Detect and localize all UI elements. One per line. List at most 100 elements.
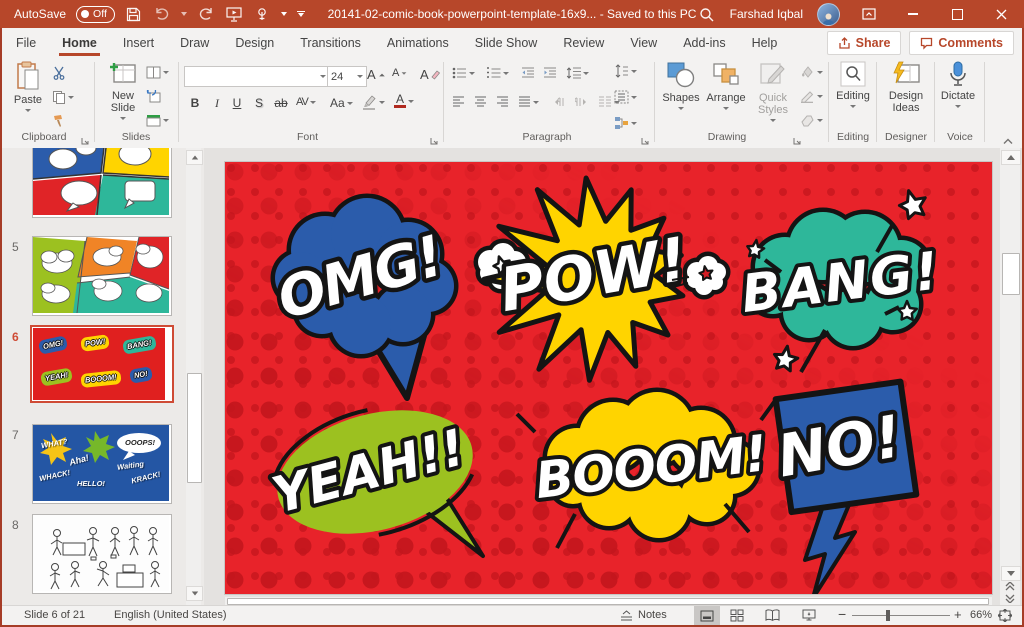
slide-thumbnail-7[interactable]: WHAT? Aha! OOOPS! WHACK! Waiting HELLO! … — [32, 424, 172, 504]
paragraph-dialog-launcher[interactable] — [640, 133, 650, 143]
text-direction-ltr-button[interactable] — [553, 96, 566, 108]
minimize-button[interactable] — [898, 0, 928, 28]
text-shadow-button[interactable]: S — [250, 96, 268, 110]
align-text-button[interactable] — [614, 90, 637, 104]
line-spacing-button[interactable] — [566, 67, 589, 79]
align-center-button[interactable] — [474, 96, 487, 108]
close-button[interactable] — [986, 0, 1016, 28]
bold-button[interactable]: B — [186, 96, 204, 110]
font-color-button[interactable]: A — [394, 94, 414, 108]
decrease-indent-button[interactable] — [521, 67, 535, 79]
tab-review[interactable]: Review — [550, 28, 617, 58]
design-ideas-button[interactable]: Design Ideas — [884, 61, 928, 114]
tab-add-ins[interactable]: Add-ins — [670, 28, 738, 58]
shrink-font-button[interactable]: A — [392, 67, 407, 79]
zoom-level[interactable]: 66% — [970, 609, 992, 621]
align-right-button[interactable] — [496, 96, 509, 108]
tab-slide-show[interactable]: Slide Show — [462, 28, 551, 58]
undo-dropdown-icon[interactable] — [181, 12, 187, 16]
zoom-in-button[interactable]: + — [954, 607, 962, 622]
tab-transitions[interactable]: Transitions — [287, 28, 374, 58]
justify-button[interactable] — [518, 96, 539, 108]
zoom-slider-track[interactable] — [852, 615, 950, 616]
tab-file[interactable]: File — [0, 28, 49, 58]
search-icon[interactable] — [698, 5, 716, 23]
zoom-out-button[interactable]: − — [838, 606, 846, 622]
text-direction-rtl-button[interactable] — [575, 96, 588, 108]
slideshow-view-button[interactable] — [802, 609, 816, 624]
shapes-button[interactable]: Shapes — [660, 61, 702, 110]
next-slide-button[interactable] — [1001, 593, 1019, 604]
shape-outline-button[interactable] — [800, 90, 823, 103]
slide-indicator[interactable]: Slide 6 of 21 — [24, 609, 85, 621]
zoom-slider-thumb[interactable] — [886, 610, 890, 621]
section-button[interactable] — [146, 114, 169, 127]
tab-draw[interactable]: Draw — [167, 28, 222, 58]
strikethrough-button[interactable]: ab — [272, 96, 290, 110]
bullets-button[interactable] — [452, 67, 475, 79]
tab-view[interactable]: View — [617, 28, 670, 58]
reset-button[interactable] — [146, 90, 161, 103]
undo-icon[interactable] — [153, 5, 171, 23]
increase-indent-button[interactable] — [543, 67, 557, 79]
notes-button[interactable]: Notes — [620, 609, 667, 621]
slide-thumbnail-4[interactable] — [32, 148, 172, 218]
slide-thumbnail-6-selected[interactable]: OMG! POW! BANG! YEAH! BOOOM! NO! — [30, 325, 174, 403]
slide-thumbnail-8[interactable] — [32, 514, 172, 594]
tab-help[interactable]: Help — [739, 28, 791, 58]
touch-mode-icon[interactable] — [253, 5, 271, 23]
drawing-dialog-launcher[interactable] — [792, 133, 802, 143]
avatar[interactable] — [817, 3, 840, 26]
autosave-toggle[interactable]: Off — [76, 6, 115, 23]
normal-view-button[interactable] — [694, 606, 720, 625]
clear-formatting-button[interactable]: A — [420, 67, 440, 82]
underline-button[interactable]: U — [228, 96, 246, 110]
layout-button[interactable] — [146, 66, 169, 79]
character-spacing-button[interactable]: AV — [296, 96, 316, 108]
tab-home[interactable]: Home — [49, 28, 110, 58]
font-dialog-launcher[interactable] — [429, 133, 439, 143]
new-slide-button[interactable]: New Slide — [102, 61, 144, 120]
vertical-scrollbar-thumb[interactable] — [1002, 253, 1020, 295]
font-name-combo[interactable] — [184, 66, 330, 87]
shape-fill-button[interactable] — [800, 66, 823, 79]
clipboard-dialog-launcher[interactable] — [80, 133, 90, 143]
text-direction-button[interactable] — [614, 64, 637, 78]
copy-button[interactable] — [52, 90, 74, 104]
shape-effects-button[interactable] — [800, 114, 823, 127]
format-painter-button[interactable] — [52, 114, 66, 128]
redo-icon[interactable] — [197, 5, 215, 23]
thumbnail-scroll-down-button[interactable] — [186, 586, 203, 601]
numbering-button[interactable] — [486, 67, 509, 79]
comments-button[interactable]: Comments — [909, 31, 1014, 55]
touch-mode-dropdown-icon[interactable] — [281, 12, 287, 16]
convert-smartart-button[interactable] — [614, 116, 637, 130]
slide-thumbnail-5[interactable] — [32, 236, 172, 316]
slide-sorter-view-button[interactable] — [730, 609, 744, 625]
highlight-color-button[interactable] — [362, 94, 385, 110]
thumbnail-scrollbar-thumb[interactable] — [187, 373, 202, 483]
share-button[interactable]: Share — [827, 31, 902, 55]
scroll-up-button[interactable] — [1001, 150, 1021, 165]
previous-slide-button[interactable] — [1001, 581, 1019, 592]
arrange-button[interactable]: Arrange — [704, 61, 748, 110]
tab-insert[interactable]: Insert — [110, 28, 167, 58]
quick-access-menu-icon[interactable] — [297, 11, 305, 18]
change-case-button[interactable]: Aa — [330, 96, 353, 110]
tab-design[interactable]: Design — [222, 28, 287, 58]
language-indicator[interactable]: English (United States) — [114, 609, 227, 621]
slide-canvas[interactable]: OMG! POW! — [204, 148, 1000, 605]
grow-font-button[interactable]: A — [367, 67, 386, 82]
italic-button[interactable]: I — [208, 96, 226, 111]
font-size-combo[interactable]: 24 — [327, 66, 367, 87]
align-left-button[interactable] — [452, 96, 465, 108]
start-slideshow-icon[interactable] — [225, 5, 243, 23]
horizontal-scrollbar[interactable] — [225, 597, 992, 605]
cut-button[interactable] — [52, 66, 66, 80]
account-name[interactable]: Farshad Iqbal — [730, 7, 803, 21]
thumbnail-scroll-up-button[interactable] — [186, 150, 203, 165]
editing-button[interactable]: Editing — [834, 61, 872, 108]
reading-view-button[interactable] — [765, 609, 780, 624]
paste-button[interactable]: Paste — [8, 61, 48, 112]
maximize-button[interactable] — [942, 0, 972, 28]
